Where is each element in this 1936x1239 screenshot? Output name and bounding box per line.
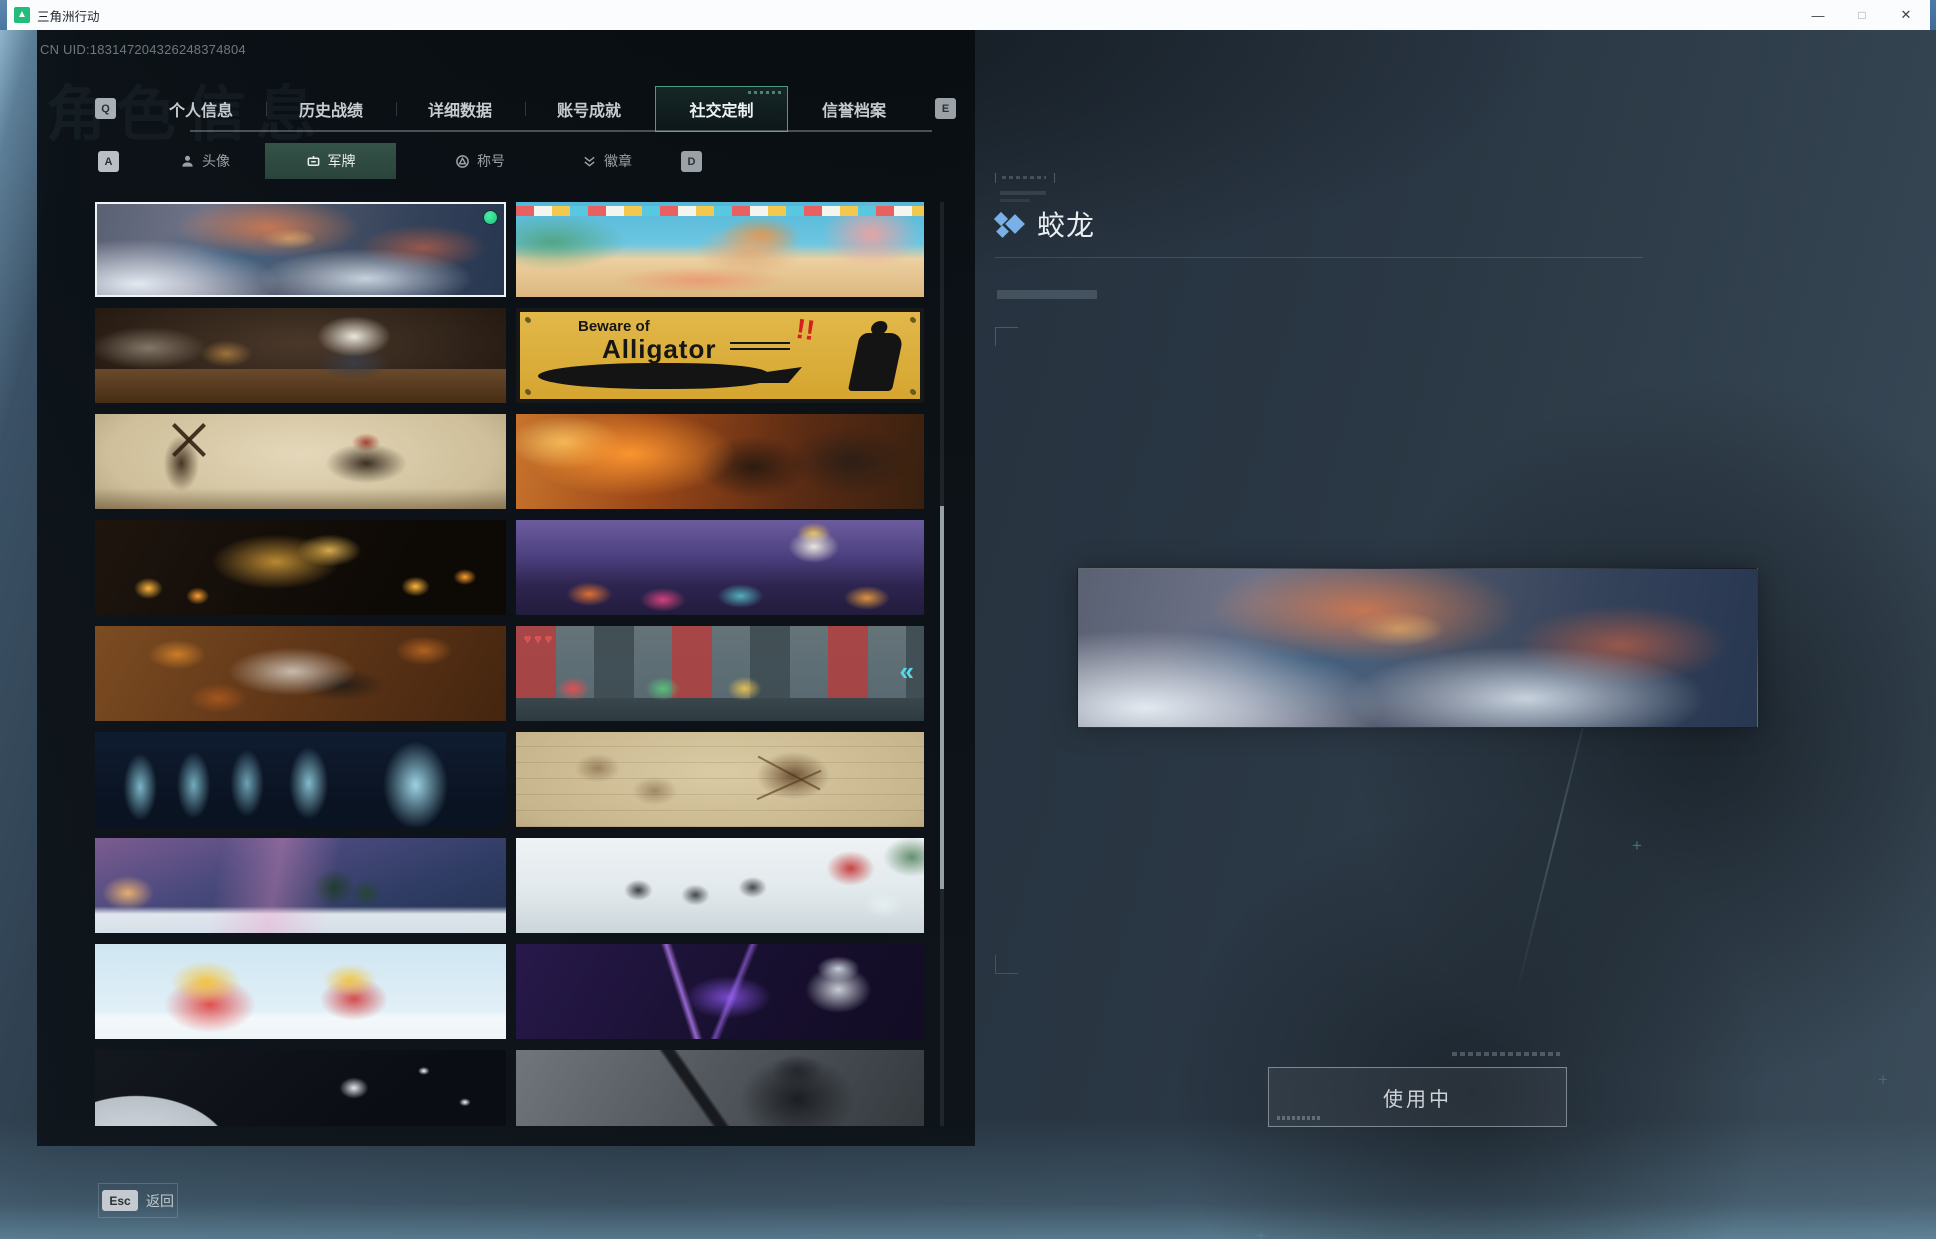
banner-preview-image xyxy=(1077,568,1758,728)
detail-deco-line xyxy=(1000,199,1030,202)
button-deco-note xyxy=(1452,1052,1560,1056)
title-icon xyxy=(455,154,470,169)
banner-tile-autumn-hand[interactable] xyxy=(95,626,506,721)
rivet xyxy=(525,389,530,394)
tab-reputation[interactable]: 信誉档案 xyxy=(789,86,919,132)
left-edge-accent xyxy=(0,0,7,30)
game-background: + + + 角色信息 CN UID:183147204326248374804 … xyxy=(0,30,1936,1239)
detail-deco-stat xyxy=(997,290,1097,299)
banner-tile-windmill-knight[interactable] xyxy=(95,414,506,509)
banner-tile-beach-bbq[interactable] xyxy=(516,202,924,297)
banner-tile-snowball-fight[interactable] xyxy=(516,838,924,933)
detail-deco-caption xyxy=(995,173,1055,183)
banner-tile-davinci-sketch[interactable] xyxy=(516,732,924,827)
rivet xyxy=(525,317,530,322)
tab-underline xyxy=(190,130,932,132)
sub-tab-bar: A 头像 军牌 称号 徽章 D xyxy=(0,143,938,179)
alligator-text-line2: Alligator xyxy=(602,334,716,365)
rarity-diamonds-icon xyxy=(995,209,1025,239)
window-title: 三角洲行动 xyxy=(37,6,100,25)
banner-tile-coffee-shop-girl[interactable] xyxy=(95,308,506,403)
main-tab-bar: Q 个人信息 历史战绩 详细数据 账号成就 社交定制 信誉档案 E xyxy=(0,86,1936,132)
back-label: 返回 xyxy=(146,1191,174,1211)
plus-marker: + xyxy=(1632,836,1642,856)
selected-item-header: 蛟龙 xyxy=(995,204,1095,244)
subtab-dogtag[interactable]: 军牌 xyxy=(265,143,396,179)
player-uid: CN UID:183147204326248374804 xyxy=(40,42,246,57)
alligator-silhouette xyxy=(538,363,768,389)
banner-tile-jiaolong-dragon[interactable] xyxy=(95,202,506,297)
detail-deco-line xyxy=(1000,191,1046,195)
frame-corner-top xyxy=(995,327,1018,346)
banner-tile-flamethrower-squad[interactable] xyxy=(516,414,924,509)
key-hint-a: A xyxy=(98,151,119,172)
frame-corner-bottom xyxy=(995,955,1018,974)
minimize-button[interactable]: — xyxy=(1796,0,1840,30)
rivet xyxy=(910,317,915,322)
plus-marker: + xyxy=(1878,1070,1888,1090)
button-deco-ticks xyxy=(1277,1116,1321,1120)
tab-achievements[interactable]: 账号成就 xyxy=(524,86,654,132)
in-use-button[interactable]: 使用中 xyxy=(1268,1067,1567,1127)
banner-tile-gray-soldier[interactable] xyxy=(516,1050,924,1126)
subtab-avatar[interactable]: 头像 xyxy=(150,143,260,179)
banner-tile-golden-swan[interactable] xyxy=(95,520,506,615)
in-use-label: 使用中 xyxy=(1383,1083,1452,1112)
alligator-warning-marks: !! xyxy=(794,313,817,347)
subtab-label: 军牌 xyxy=(328,151,356,171)
app-logo-icon: ▲ xyxy=(14,7,30,23)
window-titlebar: ▲ 三角洲行动 — □ ✕ xyxy=(0,0,1936,30)
right-edge-accent xyxy=(1930,0,1936,30)
banner-tile-day-of-the-dead[interactable] xyxy=(516,520,924,615)
badge-icon xyxy=(582,154,597,169)
dogtag-banner-grid: Beware of Alligator !! xyxy=(95,202,925,1126)
banner-tile-fries-characters[interactable] xyxy=(95,944,506,1039)
subtab-label: 称号 xyxy=(477,151,505,171)
tab-detail-stats[interactable]: 详细数据 xyxy=(395,86,525,132)
banner-tile-christmas-night[interactable] xyxy=(95,838,506,933)
key-hint-q: Q xyxy=(95,98,116,119)
running-soldier-silhouette xyxy=(848,333,904,391)
key-hint-e: E xyxy=(935,98,956,119)
banner-tile-xray-skeletons[interactable] xyxy=(95,732,506,827)
detail-divider xyxy=(995,257,1643,258)
rivet xyxy=(910,389,915,394)
tab-personal-info[interactable]: 个人信息 xyxy=(136,86,266,132)
selected-item-name: 蛟龙 xyxy=(1037,204,1095,244)
banner-tile-tesla-lab[interactable] xyxy=(516,944,924,1039)
window-controls: — □ ✕ xyxy=(1796,0,1928,30)
subtab-badge[interactable]: 徽章 xyxy=(552,143,662,179)
key-hint-d: D xyxy=(681,151,702,172)
scrollbar-thumb[interactable] xyxy=(940,506,944,889)
subtab-title[interactable]: 称号 xyxy=(420,143,540,179)
alligator-text-line1: Beware of xyxy=(578,318,650,335)
esc-key-badge: Esc xyxy=(102,1190,138,1211)
dogtag-icon xyxy=(306,154,321,169)
banner-tile-beware-of-alligator[interactable]: Beware of Alligator !! xyxy=(516,308,924,403)
maximize-button[interactable]: □ xyxy=(1840,0,1884,30)
subtab-label: 徽章 xyxy=(604,151,632,171)
grid-scrollbar[interactable] xyxy=(940,202,944,1126)
avatar-icon xyxy=(180,154,195,169)
subtab-label: 头像 xyxy=(202,151,230,171)
plus-marker: + xyxy=(1256,1226,1266,1239)
back-control[interactable]: Esc 返回 xyxy=(98,1183,178,1218)
speed-lines xyxy=(730,342,790,350)
close-button[interactable]: ✕ xyxy=(1884,0,1928,30)
banner-tile-astronaut-moon[interactable] xyxy=(95,1050,506,1126)
equipped-indicator xyxy=(484,211,497,224)
banner-tile-pixel-train[interactable] xyxy=(516,626,924,721)
tab-social-custom[interactable]: 社交定制 xyxy=(655,86,788,132)
tab-history[interactable]: 历史战绩 xyxy=(266,86,396,132)
